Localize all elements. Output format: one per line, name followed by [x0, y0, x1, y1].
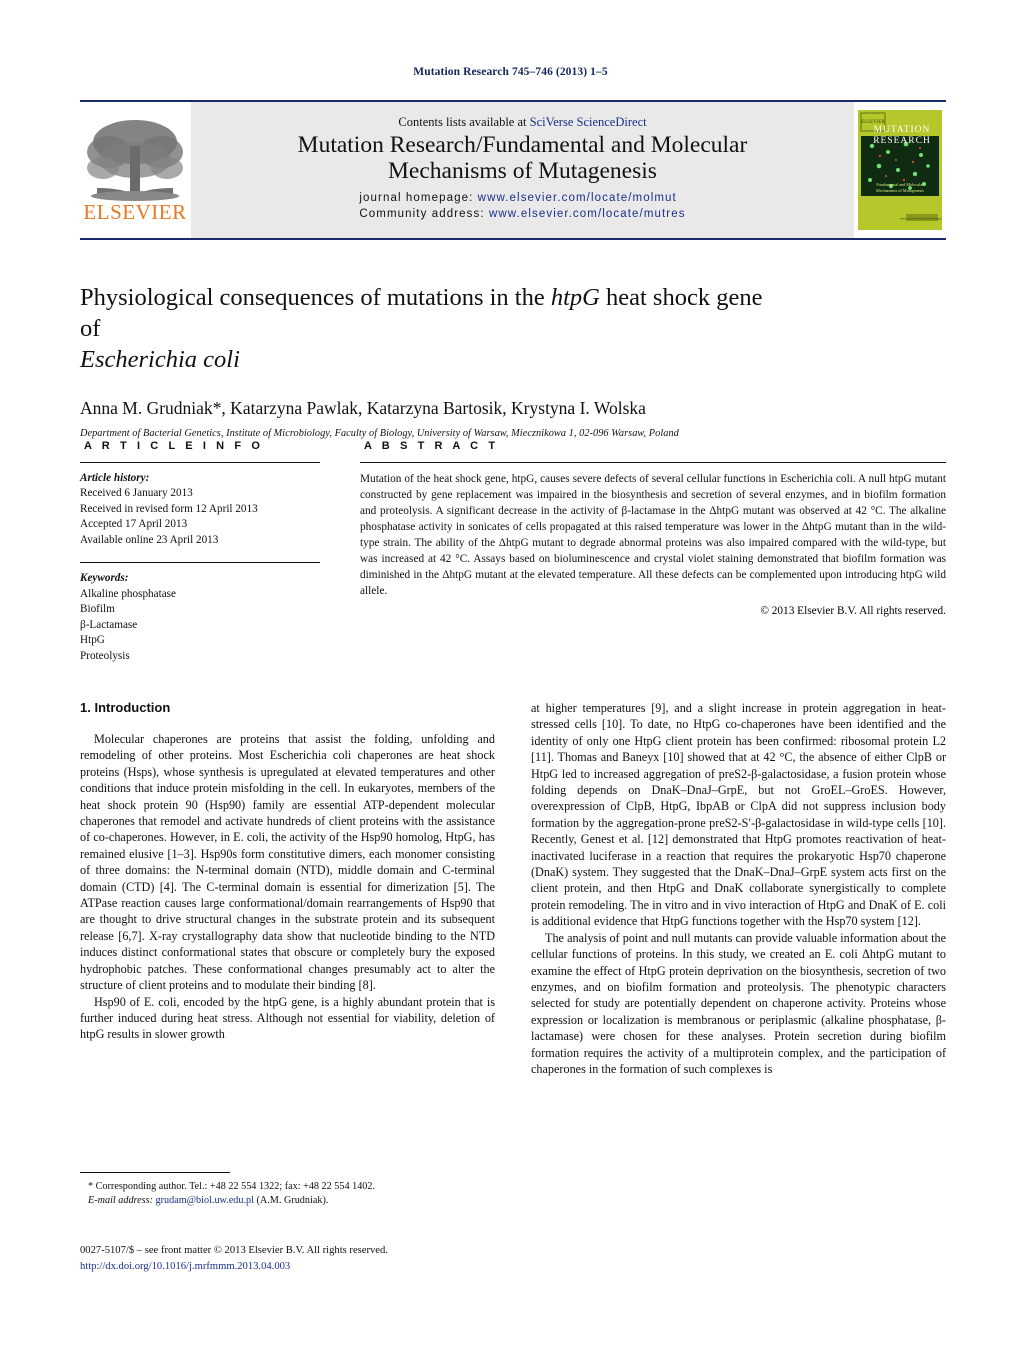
abstract-heading: A B S T R A C T [364, 440, 499, 452]
body-columns: 1. Introduction Molecular chaperones are… [80, 700, 946, 1077]
title-part1: Physiological consequences of mutations … [80, 284, 551, 311]
info-abstract-section: A R T I C L E I N F O Article history: R… [80, 440, 946, 664]
community-label: Community address: [359, 208, 489, 221]
front-matter-block: 0027-5107/$ – see front matter © 2013 El… [80, 1243, 580, 1275]
paragraph: Hsp90 of E. coli, encoded by the htpG ge… [80, 994, 495, 1042]
paragraph: at higher temperatures [9], and a slight… [531, 701, 946, 929]
sciencedirect-link[interactable]: SciVerse ScienceDirect [530, 115, 647, 129]
community-url[interactable]: www.elsevier.com/locate/mutres [489, 208, 686, 220]
elsevier-tree-icon: ELSEVIER [83, 106, 187, 234]
history-item: Received in revised form 12 April 2013 [80, 502, 258, 515]
paragraph: The analysis of point and null mutants c… [531, 930, 946, 1076]
title-block: Physiological consequences of mutations … [80, 283, 780, 439]
svg-text:ELSEVIER: ELSEVIER [83, 200, 186, 224]
svg-text:www.elsevier.com/locate/mutres: www.elsevier.com/locate/mutres [900, 217, 942, 221]
journal-cover-thumbnail: ELSEVIER MUTATION RESEARCH Fundamental a… [854, 102, 946, 238]
publisher-logo: ELSEVIER [80, 102, 191, 238]
front-matter-line: 0027-5107/$ – see front matter © 2013 El… [80, 1245, 388, 1256]
history-label: Article history: [80, 472, 150, 484]
running-head: Mutation Research 745–746 (2013) 1–5 [413, 66, 608, 78]
keyword-item: Biofilm [80, 603, 115, 616]
paragraph: Molecular chaperones are proteins that a… [80, 732, 495, 993]
email-address[interactable]: grudam@biol.uw.edu.pl [156, 1195, 254, 1206]
keyword-item: Proteolysis [80, 649, 130, 662]
journal-masthead: ELSEVIER Contents lists available at Sci… [80, 100, 946, 240]
journal-title-line1: Mutation Research/Fundamental and Molecu… [297, 132, 748, 159]
homepage-label: journal homepage: [359, 191, 478, 204]
homepage-line: journal homepage: www.elsevier.com/locat… [359, 190, 685, 207]
footnote-block: * Corresponding author. Tel.: +48 22 554… [80, 1180, 495, 1209]
title-gene-1: htpG [550, 284, 600, 311]
history-item: Available online 23 April 2013 [80, 533, 219, 546]
article-info-heading: A R T I C L E I N F O [84, 440, 264, 452]
masthead-center: Contents lists available at SciVerse Sci… [191, 102, 854, 238]
history-item: Received 6 January 2013 [80, 487, 193, 500]
email-note: E-mail address: grudam@biol.uw.edu.pl (A… [88, 1194, 495, 1208]
contents-line: Contents lists available at SciVerse Sci… [398, 115, 646, 130]
article-info-column: A R T I C L E I N F O Article history: R… [80, 440, 320, 664]
article-page: Mutation Research 745–746 (2013) 1–5 ELS… [0, 0, 1021, 1351]
section-heading-introduction: 1. Introduction [80, 700, 171, 715]
contents-prefix: Contents lists available at [398, 115, 530, 130]
title-species: Escherichia coli [80, 345, 240, 373]
corresponding-author-note: * Corresponding author. Tel.: +48 22 554… [88, 1181, 376, 1192]
svg-text:Fundamental and Molecular: Fundamental and Molecular [876, 182, 924, 187]
homepage-url[interactable]: www.elsevier.com/locate/molmut [478, 192, 677, 204]
doi-link[interactable]: http://dx.doi.org/10.1016/j.mrfmmm.2013.… [80, 1259, 580, 1275]
divider [360, 462, 946, 463]
abstract-text: Mutation of the heat shock gene, htpG, c… [360, 473, 946, 598]
keyword-list: Keywords: Alkaline phosphatase Biofilm β… [80, 571, 320, 664]
affiliation: Department of Bacterial Genetics, Instit… [80, 427, 679, 439]
page-title: Physiological consequences of mutations … [80, 283, 780, 376]
journal-title-line2: Mechanisms of Mutagenesis [388, 158, 657, 185]
keyword-item: Alkaline phosphatase [80, 587, 177, 600]
author-list: Anna M. Grudniak*, Katarzyna Pawlak, Kat… [80, 397, 646, 418]
divider [80, 462, 320, 463]
abstract-column: A B S T R A C T Mutation of the heat sho… [360, 440, 946, 664]
right-column: at higher temperatures [9], and a slight… [531, 700, 946, 1077]
keyword-item: β-Lactamase [80, 618, 138, 631]
svg-text:Mechanisms of Mutagenesis: Mechanisms of Mutagenesis [876, 188, 924, 193]
email-suffix: (A.M. Grudniak). [256, 1195, 329, 1207]
journal-title: Mutation Research/Fundamental and Molecu… [298, 132, 748, 185]
left-column: 1. Introduction Molecular chaperones are… [80, 700, 495, 1077]
divider [80, 562, 320, 564]
journal-cover-icon: ELSEVIER MUTATION RESEARCH Fundamental a… [858, 110, 942, 230]
history-item: Accepted 17 April 2013 [80, 518, 188, 531]
community-line: Community address: www.elsevier.com/loca… [359, 206, 685, 223]
footnote-divider [80, 1172, 230, 1173]
keywords-label: Keywords: [80, 572, 129, 585]
keyword-item: HtpG [80, 634, 105, 647]
svg-text:RESEARCH: RESEARCH [873, 136, 931, 146]
article-history: Article history: Received 6 January 2013… [80, 471, 320, 548]
copyright-line: © 2013 Elsevier B.V. All rights reserved… [760, 605, 946, 618]
svg-text:MUTATION: MUTATION [874, 125, 931, 135]
email-label: E-mail address: [88, 1195, 153, 1207]
journal-homepage-block: journal homepage: www.elsevier.com/locat… [359, 190, 685, 223]
